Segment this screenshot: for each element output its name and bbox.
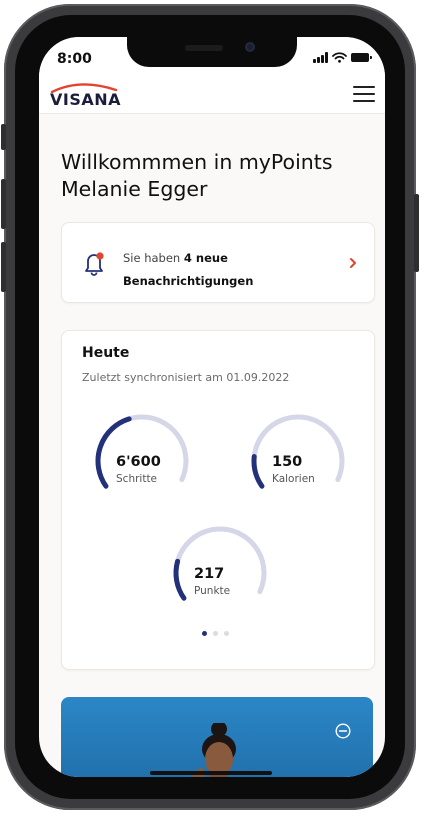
gauge-track (251, 414, 345, 483)
gauge-progress (173, 558, 187, 601)
volume-down-button (1, 242, 6, 292)
points-label: Punkte (194, 585, 231, 597)
carousel-pager[interactable] (202, 631, 229, 636)
status-icons (313, 52, 372, 63)
points-gauge: 217 Punkte (168, 521, 272, 613)
status-time: 8:00 (57, 51, 92, 67)
pager-dot[interactable] (202, 631, 207, 636)
sync-status: Zuletzt synchronisiert am 01.09.2022 (82, 371, 290, 384)
notification-card[interactable]: Sie haben 4 neue Benachrichtigungen (61, 222, 375, 303)
calories-gauge: 150 Kalorien (246, 409, 350, 501)
wifi-icon (332, 52, 347, 63)
notification-text: Sie haben 4 neue Benachrichtigungen (123, 247, 343, 293)
today-title: Heute (82, 345, 130, 361)
promo-banner[interactable] (61, 697, 373, 777)
welcome-user-name: Melanie Egger (61, 177, 208, 201)
app-screen: 8:00 VISANA Willkommmen in myPoints Mela… (39, 37, 385, 777)
gauge-track (173, 526, 267, 595)
home-indicator[interactable] (150, 771, 272, 775)
steps-label: Schritte (116, 473, 158, 485)
pager-dot[interactable] (224, 631, 229, 636)
steps-value: 6'600 (116, 454, 161, 470)
notification-prefix: Sie haben (123, 251, 184, 265)
battery-icon (351, 53, 372, 62)
gauge-progress (251, 454, 265, 489)
welcome-heading: Willkommmen in myPoints Melanie Egger (61, 149, 371, 203)
calories-value: 150 (272, 454, 303, 470)
signal-icon (313, 52, 328, 63)
logo-wordmark: VISANA (50, 90, 122, 109)
mute-switch (1, 124, 6, 150)
notch (127, 37, 297, 67)
app-header: VISANA (39, 77, 385, 114)
promo-person-image (191, 723, 236, 777)
notification-label: Benachrichtigungen (123, 274, 254, 288)
minus-circle-icon[interactable] (335, 723, 351, 739)
bell-icon (85, 252, 104, 276)
today-card: Heute Zuletzt synchronisiert am 01.09.20… (61, 330, 375, 670)
notification-count: 4 neue (183, 251, 228, 265)
welcome-line-1: Willkommmen in myPoints (61, 150, 333, 174)
pager-dot[interactable] (213, 631, 218, 636)
volume-up-button (1, 179, 6, 229)
hamburger-menu-icon[interactable] (353, 84, 375, 104)
power-button (414, 194, 419, 272)
steps-gauge: 6'600 Schritte (90, 409, 194, 501)
points-value: 217 (194, 566, 225, 582)
calories-label: Kalorien (272, 473, 315, 485)
visana-logo[interactable]: VISANA (50, 81, 122, 109)
chevron-right-icon[interactable] (348, 257, 358, 269)
